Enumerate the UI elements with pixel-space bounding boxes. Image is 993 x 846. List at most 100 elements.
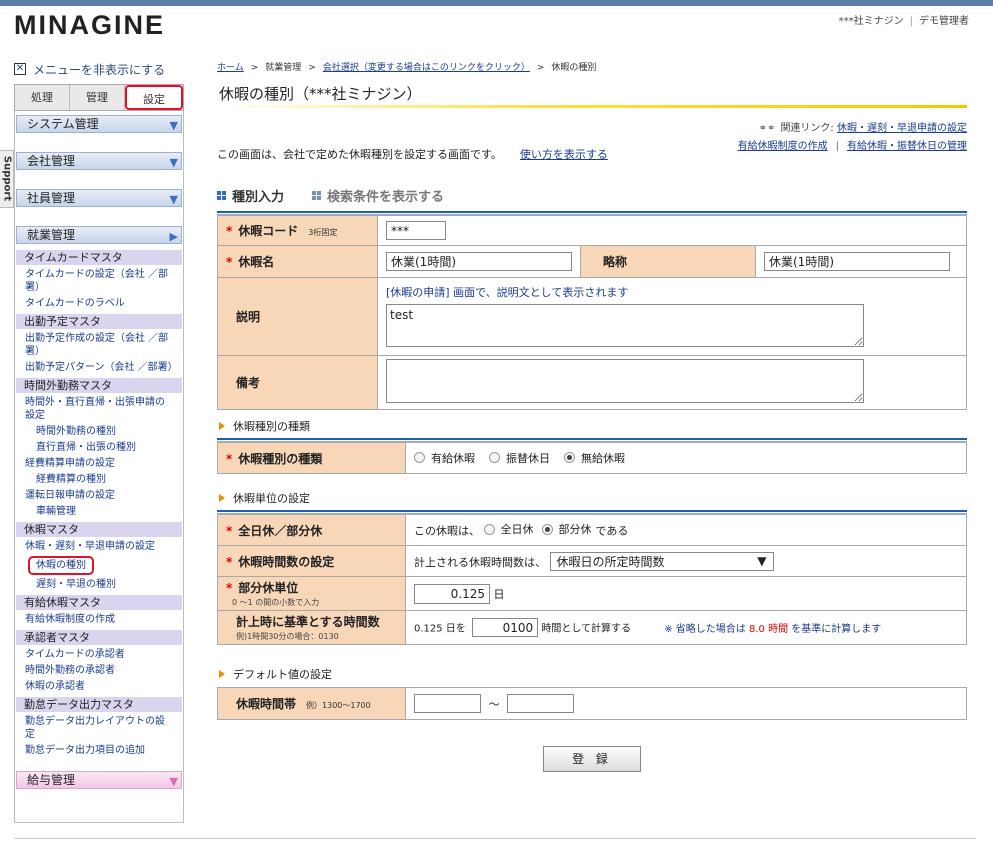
grid-icon <box>217 190 226 200</box>
main-content: ホーム > 就業管理 > 会社選択（変更する場合はこのリンクをクリック） > 休暇の種別 休… <box>217 60 967 772</box>
desc-label: 説明 <box>217 277 378 356</box>
sidebar-link[interactable]: 時間外勤務の種別 <box>16 425 182 438</box>
sidebar-category: 時間外勤務マスタ <box>16 378 182 393</box>
sidebar-panel: システム管理 ▼ 会社管理 ▼ 社員管理 ▼ 就業管理 ▶ タイムカードマスタ タイムカー… <box>14 111 184 823</box>
part-unit-label: * 部分休単位 0 ～1 の間の小数で入力 <box>217 576 406 611</box>
sidebar-link[interactable]: 休暇の承認者 <box>16 680 182 693</box>
default-heading: デフォルト値の設定 <box>217 666 967 682</box>
triangle-right-icon <box>219 422 225 430</box>
sidebar-link[interactable]: 車輛管理 <box>16 505 182 518</box>
base-hours-note: ※ 省略した場合は 8.0 時間 を基準に計算します <box>664 623 882 635</box>
sidebar-link[interactable]: 遅刻・早退の種別 <box>16 578 182 591</box>
basic-form: *休暇コード3桁固定 *休暇名 略称 説明 [休暇の申請] 画面で、説明文として… <box>217 215 967 410</box>
code-label: * 休暇コード 3桁固定 <box>217 215 378 246</box>
range-from-input[interactable] <box>414 694 481 713</box>
sidebar-link[interactable]: 出勤予定作成の設定（会社 ／部署） <box>16 332 182 358</box>
sidebar-link[interactable]: 運転日報申請の設定 <box>16 489 182 502</box>
unit-heading: 休暇単位の設定 <box>217 490 967 506</box>
howto-link[interactable]: 使い方を表示する <box>520 148 608 161</box>
desc-hint: [休暇の申請] 画面で、説明文として表示されます <box>386 285 629 299</box>
part-unit-input[interactable] <box>414 583 490 604</box>
sidebar-link[interactable]: 経費精算の種別 <box>16 473 182 486</box>
page-title: 休暇の種別（***社ミナジン） <box>219 85 422 103</box>
sidebar-category: タイムカードマスタ <box>16 250 182 265</box>
breadcrumb-home[interactable]: ホーム <box>217 63 244 73</box>
related-link-paid-leave-system[interactable]: 有給休暇制度の作成 <box>738 141 828 152</box>
kind-heading: 休暇種別の種類 <box>217 418 967 434</box>
radio-kind-option[interactable]: 振替休日 <box>489 450 550 466</box>
kind-label: * 休暇種別の種類 <box>217 442 406 474</box>
sidebar-link[interactable]: 経費精算申請の設定 <box>16 457 182 470</box>
triangle-right-icon: ▶ <box>169 230 178 243</box>
breadcrumb-current: 休暇の種別 <box>551 63 597 73</box>
sidebar: ✕ メニューを非表示にする 処理 管理 設定 システム管理 ▼ 会社管理 ▼ 社員管… <box>14 58 184 823</box>
remarks-textarea[interactable] <box>386 359 864 403</box>
sidebar-group-employee[interactable]: 社員管理 ▼ <box>16 189 182 207</box>
sidebar-link[interactable]: 直行直帰・出張の種別 <box>16 441 182 454</box>
sidebar-link[interactable]: 有給休暇制度の作成 <box>16 613 182 626</box>
desc-textarea[interactable]: test <box>386 303 864 347</box>
hide-menu-toggle[interactable]: ✕ メニューを非表示にする <box>14 58 184 80</box>
register-button[interactable]: 登 録 <box>543 746 641 772</box>
breadcrumb-mid: 就業管理 <box>265 63 302 73</box>
hours-label: * 休暇時間数の設定 <box>217 545 406 577</box>
abbr-label: 略称 <box>580 245 756 278</box>
sidebar-category: 有給休暇マスタ <box>16 595 182 610</box>
sidebar-link[interactable]: 時間外勤務の承認者 <box>16 664 182 677</box>
radio-kind-option[interactable]: 無給休暇 <box>564 450 625 466</box>
radio-kind-option[interactable]: 有給休暇 <box>414 450 475 466</box>
sidebar-link[interactable]: 出勤予定パターン（会社 ／部署） <box>16 361 182 374</box>
sidebar-link[interactable]: 勤怠データ出力項目の追加 <box>16 744 182 757</box>
hours-select[interactable]: 休暇日の所定時間数 ▼ <box>549 551 774 571</box>
company-name: ***社ミナジン <box>838 16 904 27</box>
sidebar-link[interactable]: タイムカードの設定（会社 ／部署） <box>16 268 182 294</box>
code-input[interactable] <box>386 221 446 240</box>
sidebar-group-attendance[interactable]: 就業管理 ▶ <box>16 226 182 244</box>
range-label: 休暇時間帯 例）1300～1700 <box>217 687 406 720</box>
title-bar: 休暇の種別（***社ミナジン） <box>217 82 967 108</box>
tab-manage[interactable]: 管理 <box>70 85 125 110</box>
unit-form: * 全日休／部分休 この休暇は、 全日休 部分休 である * 休暇時間数の設定 計上され… <box>217 514 967 645</box>
sidebar-group-system[interactable]: システム管理 ▼ <box>16 115 182 133</box>
sidebar-link[interactable]: 時間外・直行直帰・出張申請の設定 <box>16 396 182 422</box>
tab-settings[interactable]: 設定 <box>125 85 183 110</box>
triangle-down-icon: ▼ <box>169 156 178 169</box>
sidebar-link[interactable]: 勤怠データ出力レイアウトの設定 <box>16 715 182 741</box>
section-tab-search[interactable]: 検索条件を表示する <box>312 186 444 205</box>
name-label: * 休暇名 <box>217 245 378 278</box>
name-input[interactable] <box>386 252 572 271</box>
sidebar-link[interactable]: 休暇の種別 <box>28 556 94 575</box>
breadcrumb-company-select[interactable]: 会社選択（変更する場合はこのリンクをクリック） <box>323 63 530 73</box>
triangle-right-icon <box>219 494 225 502</box>
related-link-leave-request[interactable]: 休暇・遅刻・早退申請の設定 <box>837 123 967 134</box>
sidebar-link[interactable]: タイムカードの承認者 <box>16 648 182 661</box>
radio-partial[interactable]: 部分休 <box>541 521 592 537</box>
section-tabs: 種別入力 検索条件を表示する <box>217 186 967 205</box>
abbr-input[interactable] <box>764 252 950 271</box>
default-form: 休暇時間帯 例）1300～1700 ～ <box>217 687 967 720</box>
sidebar-category: 休暇マスタ <box>16 522 182 537</box>
range-to-input[interactable] <box>507 694 574 713</box>
sidebar-tabs: 処理 管理 設定 <box>14 84 184 111</box>
remarks-label: 備考 <box>217 355 378 410</box>
kind-radio-group: 有給休暇 振替休日 無給休暇 <box>405 442 967 474</box>
sidebar-link[interactable]: タイムカードのラベル <box>16 297 182 310</box>
base-hours-label: 計上時に基準とする時間数 例)1時間30分の場合：0130 <box>217 610 406 645</box>
related-link-paid-leave-manage[interactable]: 有給休暇・振替休日の管理 <box>847 141 967 152</box>
sidebar-group-payroll[interactable]: 給与管理 ▼ <box>16 771 182 789</box>
support-tab[interactable]: Support <box>0 150 14 208</box>
sidebar-link[interactable]: 休暇・遅刻・早退申請の設定 <box>16 540 182 553</box>
kind-form: * 休暇種別の種類 有給休暇 振替休日 無給休暇 <box>217 442 967 474</box>
sidebar-group-company[interactable]: 会社管理 ▼ <box>16 152 182 170</box>
close-box-icon: ✕ <box>14 63 26 75</box>
user-info: ***社ミナジン | デモ管理者 <box>838 16 969 27</box>
app-logo[interactable]: MINAGINE <box>14 10 165 41</box>
base-hours-input[interactable] <box>472 618 539 637</box>
triangle-right-icon <box>219 670 225 678</box>
radio-full-day[interactable]: 全日休 <box>483 521 534 537</box>
section-tab-input[interactable]: 種別入力 <box>217 186 284 205</box>
tab-process[interactable]: 処理 <box>15 85 70 110</box>
sidebar-category: 出勤予定マスタ <box>16 314 182 329</box>
link-chain-icon: ⚭⚭ <box>758 123 776 134</box>
triangle-down-icon: ▼ <box>169 119 178 132</box>
